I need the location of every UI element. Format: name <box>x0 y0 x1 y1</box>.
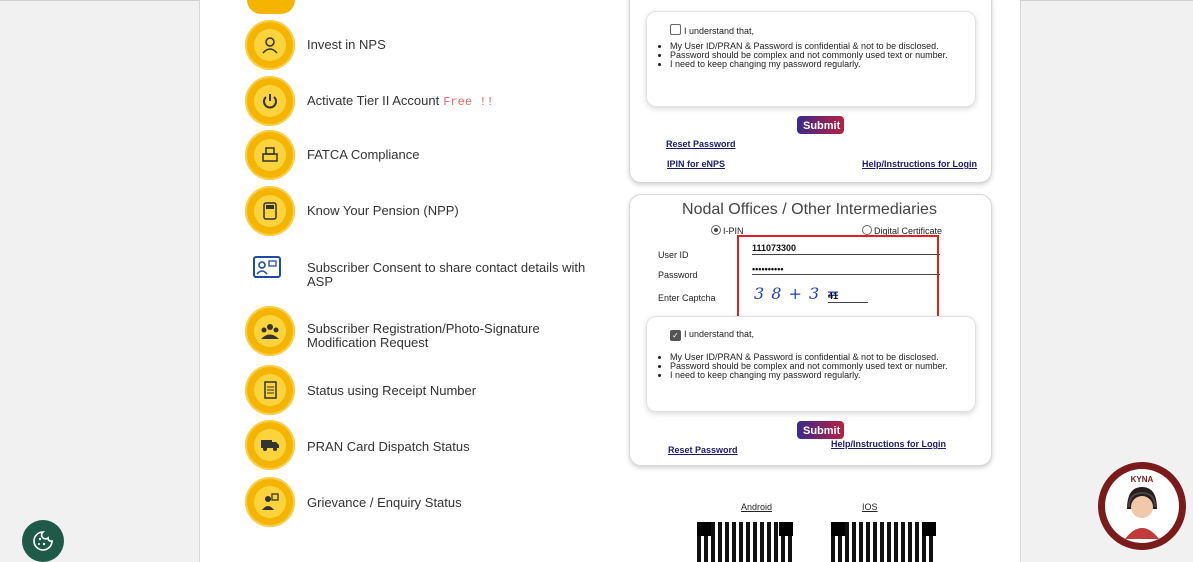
understand-checkbox[interactable]: ✓ <box>670 330 681 341</box>
android-qr-icon <box>697 522 793 562</box>
service-label: Subscriber Registration/Photo-Signature … <box>307 321 540 350</box>
android-link[interactable]: Android <box>741 502 772 512</box>
service-label: Know Your Pension (NPP) <box>307 203 459 218</box>
invest-icon <box>254 29 286 61</box>
service-label: FATCA Compliance <box>307 147 420 162</box>
service-label: Invest in NPS <box>307 37 386 52</box>
service-label: Subscriber Consent to share contact deta… <box>307 260 586 289</box>
understand-label: I understand that, <box>684 329 755 339</box>
service-invest-nps[interactable]: Invest in NPS <box>245 20 605 72</box>
service-label: Activate Tier II Account Free !! <box>307 93 494 110</box>
understand-box-nodal: ✓I understand that, My User ID/PRAN & Pa… <box>646 316 976 412</box>
service-activate-tier2[interactable]: Activate Tier II Account Free !! <box>245 76 605 128</box>
ios-qr-icon <box>831 522 936 562</box>
nodal-title: Nodal Offices / Other Intermediaries <box>682 201 937 218</box>
nodal-reset-password-link[interactable]: Reset Password <box>668 445 738 455</box>
service-pran-dispatch[interactable]: PRAN Card Dispatch Status <box>245 420 605 472</box>
radio-dot <box>862 225 872 235</box>
rules-list: My User ID/PRAN & Password is confidenti… <box>656 42 980 69</box>
rule-item: I need to keep changing my password regu… <box>670 60 980 69</box>
submit-button[interactable]: Submit <box>797 116 844 134</box>
service-label: PRAN Card Dispatch Status <box>307 439 470 454</box>
receipt-icon <box>254 374 286 406</box>
calculator-icon <box>254 195 286 227</box>
nodal-submit-button[interactable]: Submit <box>797 421 844 439</box>
service-status-receipt[interactable]: Status using Receipt Number <box>245 365 605 417</box>
service-consent-asp[interactable]: Subscriber Consent to share contact deta… <box>245 250 605 302</box>
printer-icon <box>254 139 286 171</box>
captcha-label: Enter Captcha <box>658 293 716 303</box>
help-instructions-link[interactable]: Help/Instructions for Login <box>862 159 977 169</box>
service-label-text: Activate Tier II Account <box>307 93 440 108</box>
ios-link[interactable]: IOS <box>862 502 878 512</box>
understand-checkbox[interactable] <box>670 24 681 35</box>
highlight-box <box>737 235 939 321</box>
rule-item: I need to keep changing my password regu… <box>670 371 980 380</box>
service-circle-partial <box>247 0 295 14</box>
service-fatca[interactable]: FATCA Compliance <box>245 130 605 182</box>
group-icon <box>254 315 286 347</box>
contact-card-icon <box>245 250 289 286</box>
understand-box-top: I understand that, My User ID/PRAN & Pas… <box>646 11 976 107</box>
service-label: Grievance / Enquiry Status <box>307 495 462 510</box>
password-label: Password <box>658 270 698 280</box>
power-icon <box>254 85 286 117</box>
grievance-icon <box>254 486 286 518</box>
agent-avatar-icon <box>1125 487 1159 539</box>
radio-dot <box>711 225 721 235</box>
nodal-help-link[interactable]: Help/Instructions for Login <box>831 439 946 449</box>
ipin-enps-link[interactable]: IPIN for eNPS <box>667 159 725 169</box>
cookie-settings-button[interactable] <box>22 520 64 562</box>
understand-label: I understand that, <box>684 26 755 36</box>
service-grievance[interactable]: Grievance / Enquiry Status <box>245 477 605 529</box>
service-registration[interactable]: Subscriber Registration/Photo-Signature … <box>245 306 605 358</box>
service-know-pension[interactable]: Know Your Pension (NPP) <box>245 186 605 238</box>
reset-password-link[interactable]: Reset Password <box>666 139 736 149</box>
free-badge: Free !! <box>443 95 494 109</box>
user-id-label: User ID <box>658 250 689 260</box>
chatbot-avatar: KYNA <box>1105 469 1179 543</box>
truck-icon <box>254 429 286 461</box>
chatbot-button[interactable]: KYNA <box>1098 462 1186 550</box>
service-label: Status using Receipt Number <box>307 383 477 398</box>
rules-list: My User ID/PRAN & Password is confidenti… <box>656 353 980 380</box>
cookie-icon <box>33 531 53 551</box>
